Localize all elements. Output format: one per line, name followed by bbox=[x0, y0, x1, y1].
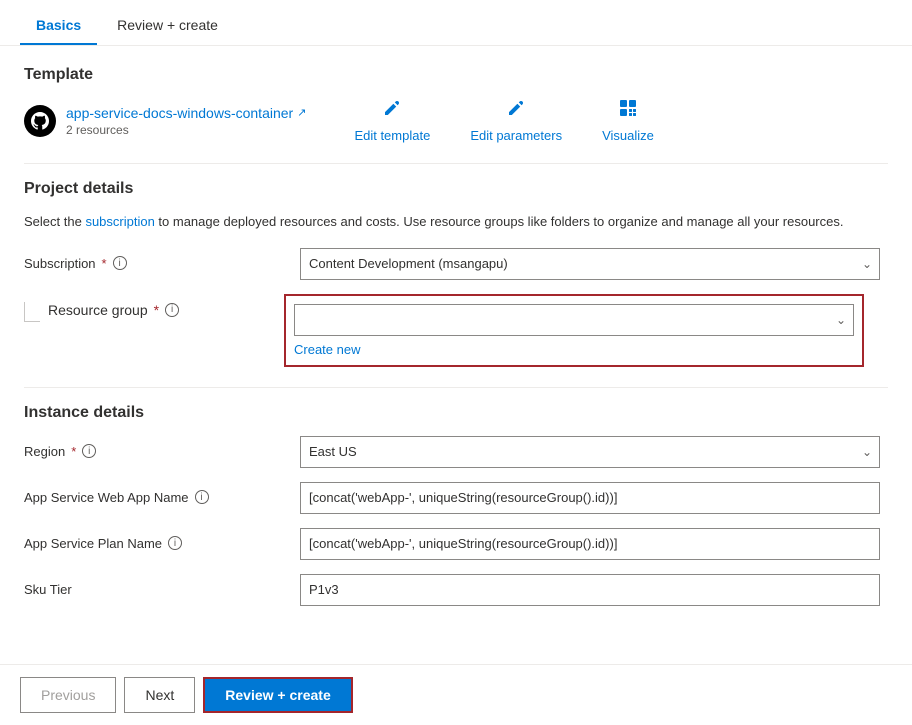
template-row: app-service-docs-windows-container ↗ 2 r… bbox=[24, 98, 888, 143]
external-link-icon: ↗ bbox=[297, 106, 306, 119]
create-new-link[interactable]: Create new bbox=[294, 342, 360, 357]
bottom-bar: Previous Next Review + create bbox=[0, 664, 912, 725]
region-select[interactable]: East US bbox=[300, 436, 880, 468]
grid-icon bbox=[618, 98, 638, 124]
pencil-icon-edit-parameters bbox=[506, 98, 526, 124]
sku-tier-label: Sku Tier bbox=[24, 574, 284, 597]
previous-button[interactable]: Previous bbox=[20, 677, 116, 713]
tab-bar: Basics Review + create bbox=[0, 0, 912, 46]
web-app-name-info-icon[interactable]: i bbox=[195, 490, 209, 504]
plan-name-input[interactable] bbox=[300, 528, 880, 560]
template-actions: Edit template Edit parameters bbox=[354, 98, 653, 143]
resource-group-row: Resource group * i ⌄ Create new bbox=[24, 294, 888, 367]
region-select-wrapper: East US ⌄ bbox=[300, 436, 880, 468]
template-section: Template app-service-docs-windows-contai… bbox=[24, 66, 888, 143]
region-row: Region * i East US ⌄ bbox=[24, 436, 888, 468]
tree-connector bbox=[24, 302, 40, 322]
template-resources: 2 resources bbox=[66, 123, 306, 137]
edit-parameters-action[interactable]: Edit parameters bbox=[470, 98, 562, 143]
divider-2 bbox=[24, 387, 888, 388]
visualize-action[interactable]: Visualize bbox=[602, 98, 654, 143]
instance-details: Instance details Region * i East US ⌄ Ap… bbox=[24, 404, 888, 606]
resource-group-label: Resource group * i bbox=[48, 302, 179, 318]
visualize-label: Visualize bbox=[602, 128, 654, 143]
resource-group-select-wrapper: ⌄ bbox=[294, 304, 854, 336]
sku-tier-row: Sku Tier bbox=[24, 574, 888, 606]
project-details-title: Project details bbox=[24, 180, 888, 198]
tab-review-create[interactable]: Review + create bbox=[101, 5, 234, 45]
subscription-row: Subscription * i Content Development (ms… bbox=[24, 248, 888, 280]
sku-tier-input[interactable] bbox=[300, 574, 880, 606]
subscription-select[interactable]: Content Development (msangapu) bbox=[300, 248, 880, 280]
template-name-block: app-service-docs-windows-container ↗ 2 r… bbox=[66, 105, 306, 137]
region-info-icon[interactable]: i bbox=[82, 444, 96, 458]
subscription-label: Subscription * i bbox=[24, 248, 284, 271]
pencil-icon-edit-template bbox=[382, 98, 402, 124]
template-name-link[interactable]: app-service-docs-windows-container ↗ bbox=[66, 105, 306, 121]
edit-template-action[interactable]: Edit template bbox=[354, 98, 430, 143]
template-info: app-service-docs-windows-container ↗ 2 r… bbox=[24, 105, 306, 137]
subscription-select-wrapper: Content Development (msangapu) ⌄ bbox=[300, 248, 880, 280]
resource-group-select[interactable] bbox=[294, 304, 854, 336]
resource-group-required: * bbox=[154, 302, 159, 318]
subscription-info-icon[interactable]: i bbox=[113, 256, 127, 270]
review-create-button[interactable]: Review + create bbox=[203, 677, 352, 713]
subscription-required: * bbox=[102, 256, 107, 271]
edit-parameters-label: Edit parameters bbox=[470, 128, 562, 143]
region-required: * bbox=[71, 444, 76, 459]
instance-details-title: Instance details bbox=[24, 404, 888, 422]
plan-name-info-icon[interactable]: i bbox=[168, 536, 182, 550]
next-button[interactable]: Next bbox=[124, 677, 195, 713]
edit-template-label: Edit template bbox=[354, 128, 430, 143]
web-app-name-input[interactable] bbox=[300, 482, 880, 514]
plan-name-label: App Service Plan Name i bbox=[24, 528, 284, 551]
divider-1 bbox=[24, 163, 888, 164]
github-icon bbox=[24, 105, 56, 137]
resource-group-label-area: Resource group * i bbox=[24, 294, 284, 322]
tab-basics[interactable]: Basics bbox=[20, 5, 97, 45]
resource-group-box: ⌄ Create new bbox=[284, 294, 864, 367]
subscription-link[interactable]: subscription bbox=[85, 214, 154, 229]
web-app-name-label: App Service Web App Name i bbox=[24, 482, 284, 505]
region-label: Region * i bbox=[24, 436, 284, 459]
plan-name-row: App Service Plan Name i bbox=[24, 528, 888, 560]
web-app-name-row: App Service Web App Name i bbox=[24, 482, 888, 514]
template-section-title: Template bbox=[24, 66, 888, 84]
project-details: Project details Select the subscription … bbox=[24, 180, 888, 367]
resource-group-info-icon[interactable]: i bbox=[165, 303, 179, 317]
project-description: Select the subscription to manage deploy… bbox=[24, 212, 888, 232]
